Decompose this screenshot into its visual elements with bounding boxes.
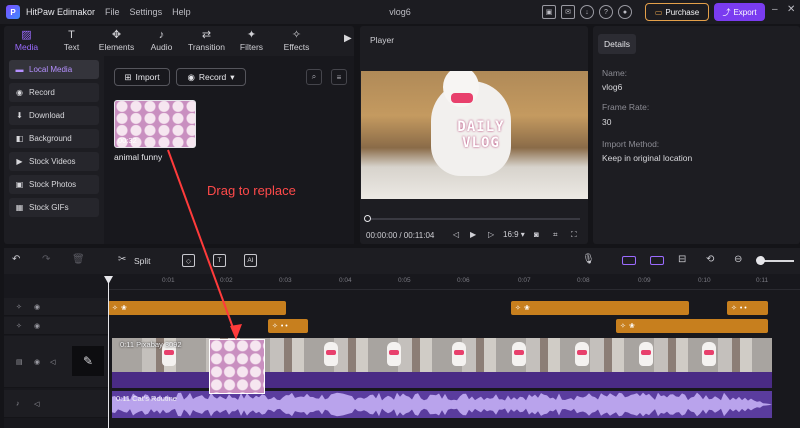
drag-arrow-head xyxy=(230,324,242,340)
editor-window: P HitPaw Edimakor File Settings Help vlo… xyxy=(0,0,800,428)
drag-arrow-line xyxy=(167,149,237,337)
drag-arrow xyxy=(167,149,242,340)
